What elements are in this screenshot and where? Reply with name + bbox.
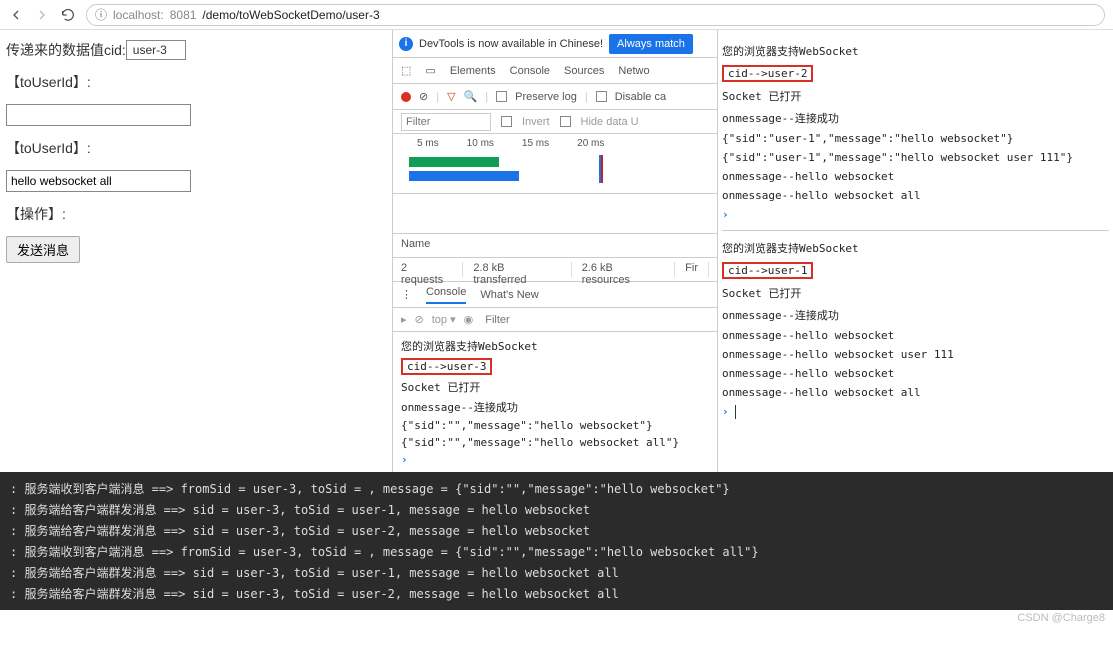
disable-checkbox[interactable] [596, 91, 607, 102]
network-summary: 2 requests 2.8 kB transferred 2.6 kB res… [393, 258, 717, 282]
console-line: Socket 已打开 [722, 85, 1109, 107]
terminal-line: : 服务端给客户端群发消息 ==> sid = user-3, toSid = … [10, 499, 1103, 520]
terminal-line: : 服务端给客户端群发消息 ==> sid = user-3, toSid = … [10, 583, 1103, 604]
console-filter-input[interactable] [481, 311, 541, 329]
url-bar[interactable]: ⓘ localhost:8081/demo/toWebSocketDemo/us… [86, 4, 1105, 26]
devtools-panel: i DevTools is now available in Chinese! … [392, 30, 718, 472]
browser-toolbar: ⓘ localhost:8081/demo/toWebSocketDemo/us… [0, 0, 1113, 30]
tab-console[interactable]: Console [510, 65, 550, 77]
console-line: onmessage--hello websocket all [722, 186, 1109, 205]
record-icon[interactable] [401, 92, 411, 102]
terminal-line: : 服务端给客户端群发消息 ==> sid = user-3, toSid = … [10, 520, 1103, 541]
drawer-tab-console[interactable]: Console [426, 286, 466, 304]
context-selector[interactable]: top ▾ [432, 313, 456, 326]
url-host: localhost: [113, 8, 164, 22]
console-line: {"sid":"","message":"hello websocket"} [401, 417, 709, 434]
touserid1-label: 【toUserId】: [6, 72, 91, 92]
drawer-tabs: ⋮ Console What's New [393, 282, 717, 308]
console-line: 您的浏览器支持WebSocket [722, 237, 1109, 259]
console-clear-icon[interactable]: ⊘ [415, 313, 424, 326]
banner-text: DevTools is now available in Chinese! [419, 38, 603, 50]
clear-icon[interactable]: ⊘ [419, 90, 428, 103]
right-console-panel: 您的浏览器支持WebSocket cid-->user-2 Socket 已打开… [718, 30, 1113, 472]
cursor [735, 405, 736, 419]
timeline-track-green [409, 157, 499, 167]
console-line: {"sid":"user-1","message":"hello websock… [722, 129, 1109, 148]
name-column-header[interactable]: Name [393, 234, 717, 258]
console-line: onmessage--hello websocket [722, 364, 1109, 383]
console-line: onmessage--hello websocket [722, 167, 1109, 186]
console-line: onmessage--连接成功 [401, 397, 709, 417]
terminal-line: : 服务端收到客户端消息 ==> fromSid = user-3, toSid… [10, 541, 1103, 562]
console-output: 您的浏览器支持WebSocket cid-->user-3 Socket 已打开… [393, 332, 717, 472]
watermark: CSDN @Charge8 [0, 610, 1113, 626]
hidedata-checkbox[interactable] [560, 116, 571, 127]
console-line: onmessage--连接成功 [722, 107, 1109, 129]
drawer-menu-icon[interactable]: ⋮ [401, 288, 412, 301]
invert-label: Invert [522, 116, 550, 128]
console-prompt-icon[interactable]: › [722, 208, 729, 221]
server-terminal: : 服务端收到客户端消息 ==> fromSid = user-3, toSid… [0, 472, 1113, 610]
console-line-highlighted: cid-->user-1 [722, 262, 813, 279]
always-match-button[interactable]: Always match [609, 34, 693, 54]
console-line: onmessage--连接成功 [722, 304, 1109, 326]
tab-sources[interactable]: Sources [564, 65, 604, 77]
info-circle-icon: i [399, 37, 413, 51]
action-label: 【操作】: [6, 204, 66, 224]
timeline-track-blue [409, 171, 519, 181]
console-line: onmessage--hello websocket user 111 [722, 345, 1109, 364]
network-filter-input[interactable] [401, 113, 491, 131]
info-icon: ⓘ [95, 6, 107, 23]
devtools-tabstrip: ⬚ ▭ Elements Console Sources Netwo [393, 58, 717, 84]
tab-elements[interactable]: Elements [450, 65, 496, 77]
network-toolbar: ⊘ | ▽ 🔍 | Preserve log | Disable ca [393, 84, 717, 110]
hidedata-label: Hide data U [581, 116, 639, 128]
console-line-highlighted: cid-->user-2 [722, 65, 813, 82]
tab-network[interactable]: Netwo [618, 65, 649, 77]
console-prompt-icon[interactable]: › [401, 453, 408, 466]
forward-icon[interactable] [34, 7, 50, 23]
cid-value: user-3 [126, 40, 186, 60]
console-line: Socket 已打开 [722, 282, 1109, 304]
terminal-line: : 服务端收到客户端消息 ==> fromSid = user-3, toSid… [10, 478, 1103, 499]
page-content: 传递来的数据值cid: user-3 【toUserId】: 【toUserId… [0, 30, 392, 472]
inspect-icon[interactable]: ⬚ [401, 64, 411, 77]
console-line-highlighted: cid-->user-3 [401, 358, 492, 375]
console-line: onmessage--hello websocket [722, 326, 1109, 345]
console-line: {"sid":"","message":"hello websocket all… [401, 434, 709, 451]
preserve-label: Preserve log [515, 91, 577, 103]
touserid1-input[interactable] [6, 104, 191, 126]
console-sidebar-icon[interactable]: ▸ [401, 313, 407, 326]
console-line: {"sid":"user-1","message":"hello websock… [722, 148, 1109, 167]
reload-icon[interactable] [60, 7, 76, 23]
device-icon[interactable]: ▭ [425, 64, 435, 77]
drawer-tab-whatsnew[interactable]: What's New [480, 289, 538, 301]
console-line: 您的浏览器支持WebSocket [401, 336, 709, 356]
filter-icon[interactable]: ▽ [447, 90, 455, 103]
devtools-banner: i DevTools is now available in Chinese! … [393, 30, 717, 58]
invert-checkbox[interactable] [501, 116, 512, 127]
touserid2-input[interactable] [6, 170, 191, 192]
console-line: onmessage--hello websocket all [722, 383, 1109, 402]
search-icon[interactable]: 🔍 [464, 90, 478, 103]
timeline-marker-red [601, 155, 603, 183]
disable-label: Disable ca [615, 91, 666, 103]
touserid2-label: 【toUserId】: [6, 138, 91, 158]
console-toolbar: ▸ ⊘ top ▾ ◉ [393, 308, 717, 332]
network-timeline[interactable]: 5 ms 10 ms 15 ms 20 ms [393, 134, 717, 194]
preserve-checkbox[interactable] [496, 91, 507, 102]
eye-icon[interactable]: ◉ [464, 313, 474, 326]
send-button[interactable]: 发送消息 [6, 236, 80, 263]
back-icon[interactable] [8, 7, 24, 23]
console-line: Socket 已打开 [401, 377, 709, 397]
terminal-line: : 服务端给客户端群发消息 ==> sid = user-3, toSid = … [10, 562, 1103, 583]
console-prompt-icon[interactable]: › [722, 405, 729, 418]
cid-label: 传递来的数据值cid: [6, 40, 126, 60]
console-line: 您的浏览器支持WebSocket [722, 40, 1109, 62]
